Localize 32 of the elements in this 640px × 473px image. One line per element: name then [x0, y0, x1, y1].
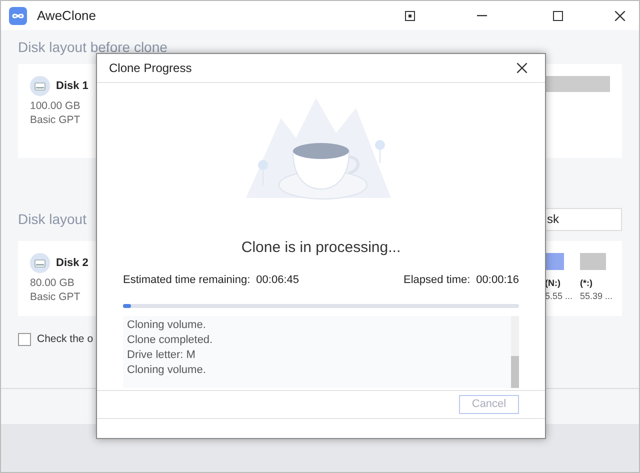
maximize-icon — [553, 10, 563, 20]
elapsed-label: Elapsed time: — [404, 272, 470, 288]
remaining-label: Estimated time remaining: — [123, 272, 250, 288]
partition-label: (*:) — [580, 276, 594, 290]
close-icon — [615, 10, 625, 20]
minimize-icon — [477, 14, 487, 16]
disk-icon — [30, 76, 50, 96]
disk-icon — [30, 252, 50, 273]
dialog-title: Clone Progress — [109, 60, 192, 77]
status-message: Clone is in processing... — [240, 238, 402, 258]
elapsed-time: 00:00:16 — [476, 272, 519, 288]
checkbox-label: Check the o — [37, 332, 94, 347]
section-heading: Disk layout before clone — [18, 39, 168, 56]
log-line: Drive letter: M — [127, 348, 196, 363]
partition-size: 55.39 ... — [580, 290, 614, 304]
checkbox[interactable] — [18, 333, 31, 346]
close-icon — [517, 63, 527, 73]
disk-type: Basic GPT — [30, 290, 82, 306]
disk-size: 80.00 GB — [30, 276, 76, 290]
disk-size: 100.00 GB — [30, 98, 82, 114]
remaining-time: 00:06:45 — [256, 272, 299, 288]
scrollbar-thumb[interactable] — [511, 356, 519, 388]
log-line: Clone completed. — [127, 333, 214, 348]
disk-type: Basic GPT — [30, 113, 82, 128]
disk-name: Disk 1 — [56, 78, 88, 94]
pin-icon — [405, 10, 415, 20]
log-line: Cloning volume. — [127, 318, 207, 333]
log-line: Cloning volume. — [127, 363, 207, 378]
section-heading: Disk layout — [18, 210, 86, 228]
disk-name: Disk 2 — [56, 256, 88, 271]
app-logo-icon — [9, 6, 27, 24]
window-title: AweClone — [37, 6, 96, 25]
